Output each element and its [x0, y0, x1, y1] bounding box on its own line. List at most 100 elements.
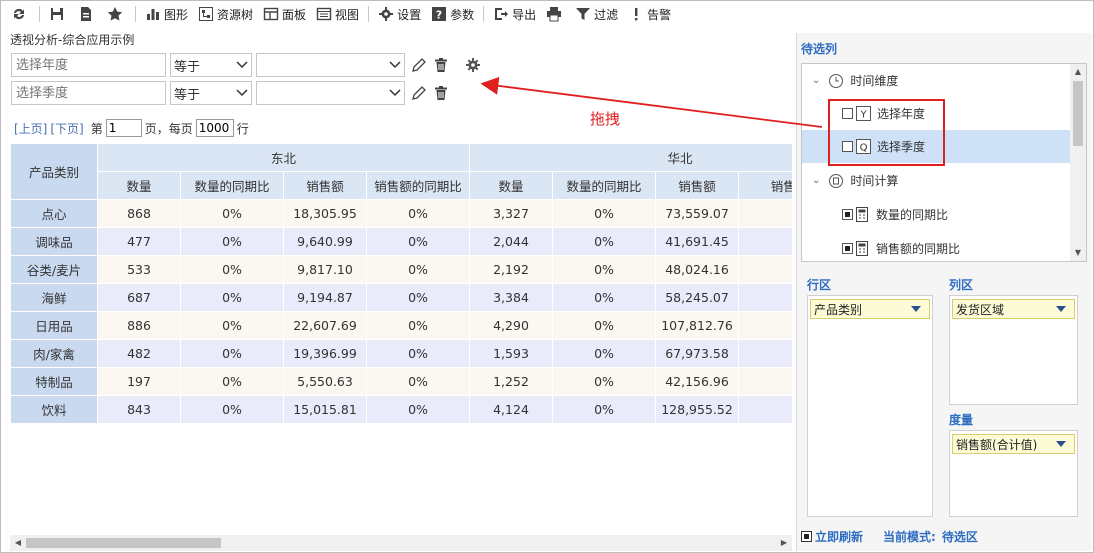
toolbar-divider: [39, 6, 40, 22]
column-header-cell[interactable]: 销售额: [655, 171, 740, 200]
quarter-value-select[interactable]: [256, 81, 405, 105]
chevron-down-icon[interactable]: ⌄: [812, 75, 820, 86]
column-header-cell[interactable]: 数量: [469, 171, 554, 200]
delete-filter-button[interactable]: [433, 57, 449, 73]
row-category-cell[interactable]: 特制品: [10, 367, 98, 396]
row-category-cell[interactable]: 调味品: [10, 227, 98, 256]
caret-down-icon[interactable]: [1056, 441, 1066, 447]
params-button[interactable]: ? 参数: [426, 3, 479, 25]
horizontal-scrollbar[interactable]: ◀ ▶: [10, 535, 792, 551]
prev-page-link[interactable]: [上页]: [14, 120, 47, 137]
caret-down-icon[interactable]: [1056, 306, 1066, 312]
chart-button[interactable]: 图形: [140, 3, 193, 25]
column-header-cell[interactable]: 数量: [97, 171, 181, 200]
tree-node-qty-yoy[interactable]: 数量的同期比: [802, 198, 1070, 231]
save-button[interactable]: [44, 3, 73, 25]
next-page-link[interactable]: [下页]: [50, 120, 83, 137]
row-field-chip[interactable]: 产品类别: [810, 299, 930, 319]
chevron-down-icon[interactable]: ⌄: [812, 175, 820, 186]
caret-down-icon[interactable]: [911, 306, 921, 312]
scroll-right-icon[interactable]: ▶: [779, 538, 789, 548]
tree-node-sales-yoy[interactable]: 销售额的同期比: [802, 232, 1070, 261]
table-cell: 9,817.10: [283, 255, 367, 284]
filter-button[interactable]: 过滤: [570, 3, 623, 25]
table-cell: 18,305.95: [283, 199, 367, 228]
edit-filter-button[interactable]: [411, 57, 427, 73]
pager: [上页] [下页] 第 页，每页 行: [14, 119, 249, 137]
chip-label: 产品类别: [814, 302, 863, 317]
column-header-cell[interactable]: 销售额的同期比: [738, 171, 792, 200]
page-number-input[interactable]: [105, 119, 142, 137]
col-zone[interactable]: 发货区域: [949, 295, 1078, 405]
auto-refresh-checkbox[interactable]: [801, 531, 812, 542]
filter-row-year: 等于: [11, 53, 481, 77]
scroll-thumb[interactable]: [1073, 81, 1083, 146]
edit-filter-button[interactable]: [411, 85, 427, 101]
region-header-cell[interactable]: 东北: [96, 143, 471, 172]
table-row: 谷类/麦片5330%9,817.100%2,1920%48,024.160%: [10, 255, 792, 284]
row-zone[interactable]: 产品类别: [807, 295, 933, 517]
chip-label: 销售额(合计值): [956, 437, 1038, 452]
favorite-button[interactable]: [102, 3, 131, 25]
checkbox-checked[interactable]: [842, 209, 853, 220]
row-category-cell[interactable]: 肉/家禽: [10, 339, 98, 368]
tree-vertical-scrollbar[interactable]: ▲ ▼: [1070, 64, 1086, 261]
column-header-cell[interactable]: 销售额: [283, 171, 367, 200]
measure-field-chip[interactable]: 销售额(合计值): [952, 434, 1075, 454]
delete-filter-button[interactable]: [433, 85, 449, 101]
alert-button[interactable]: 告警: [623, 3, 676, 25]
settings-label: 设置: [397, 7, 422, 22]
print-button[interactable]: [541, 3, 570, 25]
table-cell: 477: [97, 227, 181, 256]
table-cell: 0%: [180, 255, 284, 284]
quarter-filter-field[interactable]: [11, 81, 166, 105]
operator-value: 等于: [174, 87, 201, 103]
col-field-chip[interactable]: 发货区域: [952, 299, 1075, 319]
region-header-cell[interactable]: 华北: [469, 143, 792, 172]
table-cell: 67,973.58: [655, 339, 740, 368]
refresh-button[interactable]: [6, 3, 35, 25]
column-header-cell[interactable]: 数量的同期比: [180, 171, 284, 200]
table-cell: 0%: [738, 311, 792, 340]
scroll-up-icon[interactable]: ▲: [1073, 67, 1083, 77]
chevron-down-icon: [236, 89, 248, 97]
year-operator-select[interactable]: 等于: [170, 53, 252, 77]
row-category-cell[interactable]: 海鲜: [10, 283, 98, 312]
row-category-cell[interactable]: 点心: [10, 199, 98, 228]
pencil-icon: [412, 86, 426, 100]
tree-node-time-calc[interactable]: ⌄ 时间计算: [802, 164, 1070, 197]
year-filter-field[interactable]: [11, 53, 166, 77]
checkbox-checked[interactable]: [842, 243, 853, 254]
chart-label: 图形: [164, 7, 189, 22]
auto-refresh-label[interactable]: 立即刷新: [815, 528, 863, 545]
measure-zone[interactable]: 销售额(合计值): [949, 430, 1078, 517]
table-cell: 22,607.69: [283, 311, 367, 340]
panel-title: 待选列: [801, 42, 838, 56]
scroll-left-icon[interactable]: ◀: [13, 538, 23, 548]
mode-value[interactable]: 待选区: [942, 528, 978, 545]
filter-settings-button[interactable]: [465, 57, 481, 73]
scroll-down-icon[interactable]: ▼: [1073, 248, 1083, 258]
settings-button[interactable]: 设置: [373, 3, 426, 25]
table-cell: 0%: [738, 339, 792, 368]
tree-node-time-dimension[interactable]: ⌄ 时间维度: [802, 64, 1070, 97]
table-cell: 0%: [365, 395, 471, 423]
column-header-cell[interactable]: 销售额的同期比: [365, 171, 471, 200]
row-category-cell[interactable]: 饮料: [10, 395, 98, 423]
quarter-operator-select[interactable]: 等于: [170, 81, 252, 105]
row-category-cell[interactable]: 日用品: [10, 311, 98, 340]
year-value-select[interactable]: [256, 53, 405, 77]
view-button[interactable]: 视图: [311, 3, 364, 25]
resource-tree-button[interactable]: 资源树: [193, 3, 258, 25]
row-header-cell[interactable]: 产品类别: [10, 143, 98, 200]
export-button[interactable]: 导出: [488, 3, 541, 25]
scroll-thumb[interactable]: [26, 538, 221, 548]
save-as-button[interactable]: [73, 3, 102, 25]
page-size-input[interactable]: [195, 119, 234, 137]
filter-icon: [576, 8, 591, 20]
bar-chart-icon: [147, 9, 159, 20]
column-header-cell[interactable]: 数量的同期比: [552, 171, 657, 200]
panel-button[interactable]: 面板: [258, 3, 311, 25]
row-category-cell[interactable]: 谷类/麦片: [10, 255, 98, 284]
table-cell: 0%: [365, 227, 471, 256]
